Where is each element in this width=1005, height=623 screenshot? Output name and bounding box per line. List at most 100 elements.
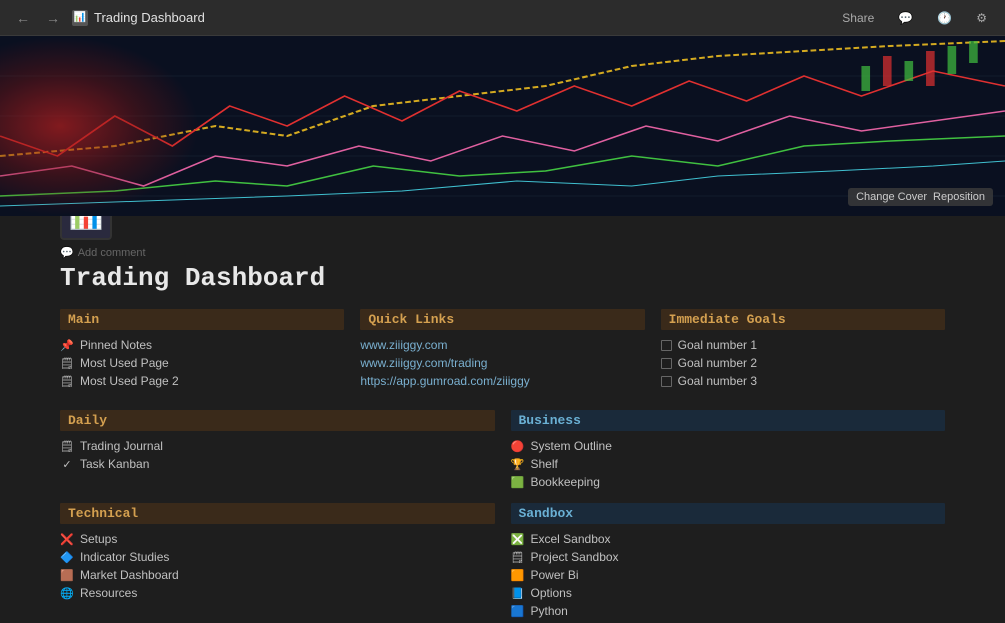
tab-title: 📊 Trading Dashboard (72, 10, 205, 26)
checkbox-2[interactable] (661, 358, 672, 369)
list-item-most-used-page[interactable]: 🗒 Most Used Page (60, 354, 344, 372)
hero-banner: Change Cover Reposition (0, 36, 1005, 216)
goal-1-label: Goal number 1 (678, 338, 757, 352)
system-icon: 🔴 (511, 440, 525, 453)
shelf-label: Shelf (531, 457, 558, 471)
business-section-header: Business (511, 410, 946, 431)
share-button[interactable]: Share (836, 9, 880, 27)
power-bi-icon: 🟧 (511, 569, 525, 582)
setups-icon: ❌ (60, 533, 74, 546)
top-bar: ← → 📊 Trading Dashboard Share 💬 🕐 ⚙ (0, 0, 1005, 36)
daily-section-header: Daily (60, 410, 495, 431)
market-icon: 🟫 (60, 569, 74, 582)
link-ziiiggy-trading[interactable]: www.ziiiggy.com/trading (360, 354, 644, 372)
add-comment-label: Add comment (78, 247, 146, 259)
power-bi-label: Power Bi (531, 568, 579, 582)
change-cover-label: Change Cover (856, 191, 927, 203)
clock-button[interactable]: 🕐 (931, 9, 958, 27)
immediate-goals-section: Immediate Goals Goal number 1 Goal numbe… (661, 309, 945, 390)
indicator-icon: 🔷 (60, 551, 74, 564)
add-comment-area[interactable]: 💬 Add comment (60, 246, 945, 259)
system-outline-item[interactable]: 🔴 System Outline (511, 437, 946, 455)
setups-label: Setups (80, 532, 117, 546)
comment-button[interactable]: 💬 (892, 9, 919, 27)
top-bar-right: Share 💬 🕐 ⚙ (836, 9, 993, 27)
link-gumroad[interactable]: https://app.gumroad.com/ziiiggy (360, 372, 644, 390)
goal-item-1[interactable]: Goal number 1 (661, 336, 945, 354)
comment-icon: 💬 (60, 246, 74, 259)
change-cover-button[interactable]: Change Cover Reposition (848, 188, 993, 206)
most-used-page-2-label: Most Used Page 2 (80, 374, 179, 388)
page-title: Trading Dashboard (60, 263, 945, 293)
back-button[interactable]: ← (12, 8, 34, 28)
sandbox-section: Sandbox ❎ Excel Sandbox 🗒 Project Sandbo… (511, 503, 946, 620)
pinned-notes-label: Pinned Notes (80, 338, 152, 352)
indicator-studies-label: Indicator Studies (80, 550, 169, 564)
business-section: Business 🔴 System Outline 🏆 Shelf 🟩 Book… (511, 410, 946, 491)
task-kanban-item[interactable]: ✓ Task Kanban (60, 455, 495, 473)
shelf-icon: 🏆 (511, 458, 525, 471)
pin-icon: 📌 (60, 339, 74, 352)
quick-links-header: Quick Links (360, 309, 644, 330)
page-header: 📊 💬 Add comment Trading Dashboard (0, 216, 1005, 309)
goal-item-3[interactable]: Goal number 3 (661, 372, 945, 390)
goal-2-label: Goal number 2 (678, 356, 757, 370)
page-icon-2: 🗒 (60, 375, 74, 388)
excel-sandbox-item[interactable]: ❎ Excel Sandbox (511, 530, 946, 548)
settings-button[interactable]: ⚙ (970, 9, 993, 27)
market-dashboard-item[interactable]: 🟫 Market Dashboard (60, 566, 495, 584)
project-sandbox-item[interactable]: 🗒 Project Sandbox (511, 548, 946, 566)
trading-journal-label: Trading Journal (80, 439, 163, 453)
reposition-label: Reposition (933, 191, 985, 203)
task-kanban-label: Task Kanban (80, 457, 149, 471)
columns-area: Main 📌 Pinned Notes 🗒 Most Used Page 🗒 M… (0, 309, 1005, 623)
tab-title-label: Trading Dashboard (94, 10, 205, 25)
page-icon-1: 🗒 (60, 357, 74, 370)
link-ziiiggy[interactable]: www.ziiiggy.com (360, 336, 644, 354)
list-item-pinned-notes[interactable]: 📌 Pinned Notes (60, 336, 344, 354)
setups-item[interactable]: ❌ Setups (60, 530, 495, 548)
bookkeeping-label: Bookkeeping (531, 475, 600, 489)
power-bi-item[interactable]: 🟧 Power Bi (511, 566, 946, 584)
excel-sandbox-label: Excel Sandbox (531, 532, 611, 546)
resources-label: Resources (80, 586, 137, 600)
python-item[interactable]: 🟦 Python (511, 602, 946, 620)
two-col-row-1: Daily 🗒 Trading Journal ✓ Task Kanban Bu… (60, 410, 945, 491)
indicator-studies-item[interactable]: 🔷 Indicator Studies (60, 548, 495, 566)
technical-section-header: Technical (60, 503, 495, 524)
two-col-row-2: Technical ❌ Setups 🔷 Indicator Studies 🟫… (60, 503, 945, 620)
most-used-page-label: Most Used Page (80, 356, 169, 370)
sandbox-section-header: Sandbox (511, 503, 946, 524)
forward-button[interactable]: → (42, 8, 64, 28)
top-bar-left: ← → 📊 Trading Dashboard (12, 8, 205, 28)
shelf-item[interactable]: 🏆 Shelf (511, 455, 946, 473)
hero-decoration (0, 36, 200, 216)
options-label: Options (531, 586, 572, 600)
daily-section: Daily 🗒 Trading Journal ✓ Task Kanban (60, 410, 495, 491)
resources-icon: 🌐 (60, 587, 74, 600)
three-col-row: Main 📌 Pinned Notes 🗒 Most Used Page 🗒 M… (60, 309, 945, 390)
tab-icon: 📊 (72, 10, 88, 26)
goal-item-2[interactable]: Goal number 2 (661, 354, 945, 372)
python-icon: 🟦 (511, 605, 525, 618)
goal-3-label: Goal number 3 (678, 374, 757, 388)
page-icon[interactable]: 📊 (60, 216, 112, 240)
trading-journal-item[interactable]: 🗒 Trading Journal (60, 437, 495, 455)
list-item-most-used-page-2[interactable]: 🗒 Most Used Page 2 (60, 372, 344, 390)
page-content: 📊 💬 Add comment Trading Dashboard Main 📌… (0, 216, 1005, 623)
main-section: Main 📌 Pinned Notes 🗒 Most Used Page 🗒 M… (60, 309, 344, 390)
project-icon: 🗒 (511, 551, 525, 564)
main-section-header: Main (60, 309, 344, 330)
resources-item[interactable]: 🌐 Resources (60, 584, 495, 602)
system-outline-label: System Outline (531, 439, 612, 453)
excel-icon: ❎ (511, 533, 525, 546)
options-icon: 📘 (511, 587, 525, 600)
options-item[interactable]: 📘 Options (511, 584, 946, 602)
bookkeeping-item[interactable]: 🟩 Bookkeeping (511, 473, 946, 491)
immediate-goals-header: Immediate Goals (661, 309, 945, 330)
checkbox-3[interactable] (661, 376, 672, 387)
technical-section: Technical ❌ Setups 🔷 Indicator Studies 🟫… (60, 503, 495, 620)
journal-icon: 🗒 (60, 440, 74, 453)
bookkeeping-icon: 🟩 (511, 476, 525, 489)
checkbox-1[interactable] (661, 340, 672, 351)
